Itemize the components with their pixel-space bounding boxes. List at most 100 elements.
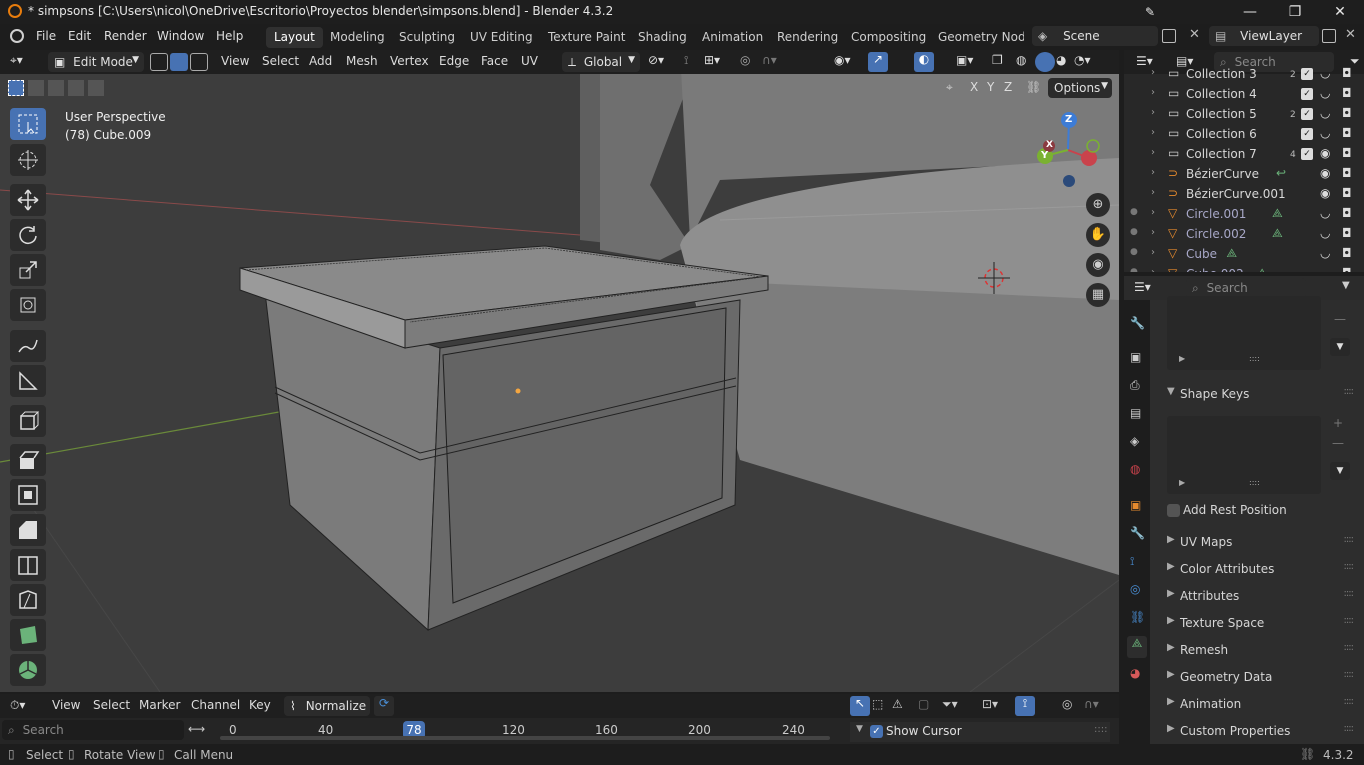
scrollbar[interactable] — [220, 736, 830, 740]
outliner-row[interactable]: › ▭ Collection 5 2 ✓ ◡ ◘ — [1124, 104, 1364, 124]
camera-icon[interactable]: ◘ — [1342, 166, 1352, 180]
tab-rendering[interactable]: Rendering — [769, 27, 846, 48]
scene-selector[interactable]: ◈ Scene — [1032, 26, 1158, 46]
eye-closed-icon[interactable]: ◡ — [1320, 106, 1330, 120]
tab-texture-paint[interactable]: Texture Paint — [540, 27, 633, 48]
proportional-falloff-icon[interactable]: ∩▾ — [762, 53, 777, 67]
minimize-button[interactable]: — — [1238, 2, 1262, 22]
panel-header[interactable]: ▶ Custom Properties:::: — [1159, 720, 1357, 744]
output-tab-icon[interactable]: ⎙ — [1130, 378, 1140, 393]
knife-tool[interactable] — [10, 584, 46, 616]
view-layer-tab-icon[interactable]: ▤ — [1130, 406, 1141, 420]
select-box-tool[interactable] — [10, 108, 46, 140]
material-shading-icon[interactable]: ◕ — [1056, 53, 1066, 67]
panel-header[interactable]: ▶ UV Maps:::: — [1159, 531, 1357, 555]
pivot-icon[interactable]: ⊡▾ — [982, 697, 998, 711]
cursor-tool[interactable] — [10, 144, 46, 176]
wireframe-shading-icon[interactable]: ◍ — [1016, 53, 1026, 67]
drag-handle-icon[interactable]: :::: — [1344, 534, 1355, 545]
eye-closed-icon[interactable]: ◡ — [1320, 66, 1330, 80]
properties-search[interactable]: ⌕ Search — [1186, 278, 1306, 298]
snap-target-icon[interactable]: ⊞▾ — [704, 53, 720, 67]
tool-tab-icon[interactable]: 🔧 — [1130, 316, 1145, 330]
shape-keys-list[interactable]: ▶ :::: — [1167, 416, 1321, 494]
drag-handle-icon[interactable]: :::: — [1344, 386, 1355, 397]
outliner-row[interactable]: ● › ▽ Cube.002 ◡ ◘ ⟁ — [1124, 264, 1364, 272]
vertex-group-remove-icon[interactable]: — — [1332, 312, 1348, 330]
solid-shading-icon[interactable] — [1035, 52, 1055, 72]
particles-tab-icon[interactable]: ⟟ — [1130, 554, 1134, 569]
timeline-editor-icon[interactable]: ⏱▾ — [10, 698, 25, 713]
timeline-menu-channel[interactable]: Channel — [191, 698, 240, 712]
exclude-checkbox[interactable]: ✓ — [1301, 68, 1313, 80]
tab-uv-editing[interactable]: UV Editing — [462, 27, 541, 48]
snap-icon[interactable]: ⟟ — [684, 53, 688, 68]
mirror-x-toggle[interactable]: X — [970, 80, 978, 94]
tab-animation[interactable]: Animation — [694, 27, 771, 48]
rotate-tool[interactable] — [10, 219, 46, 251]
chevron-down-icon[interactable]: ▼ — [856, 724, 863, 734]
outliner-row[interactable]: › ⊃ BézierCurve ◉ ◘ ↩ — [1124, 164, 1364, 184]
expand-icon[interactable]: › — [1151, 147, 1155, 158]
eye-icon[interactable]: ◉ — [1320, 166, 1330, 180]
menu-vertex[interactable]: Vertex — [390, 54, 429, 68]
annotate-tool[interactable] — [10, 330, 46, 362]
measure-tool[interactable] — [10, 365, 46, 397]
outliner-panel[interactable]: ☰▾ ▤▾ ⌕ Search ⏷ › ▭ Collection 3 2 ✓ ◡ ◘ › ▭ Col… — [1124, 50, 1364, 272]
inset-tool[interactable] — [10, 479, 46, 511]
frame-ruler[interactable]: 0 40 120 160 200 240 78 — [212, 720, 832, 742]
exclude-checkbox[interactable]: ✓ — [1301, 148, 1313, 160]
menu-edit[interactable]: Edit — [68, 29, 91, 43]
outliner-row[interactable]: › ▭ Collection 6 ✓ ◡ ◘ — [1124, 124, 1364, 144]
exclude-checkbox[interactable]: ✓ — [1301, 128, 1313, 140]
timeline-search[interactable]: ⌕ Search — [2, 720, 184, 740]
camera-icon[interactable]: ◘ — [1342, 246, 1352, 260]
scale-tool[interactable] — [10, 254, 46, 286]
face-select-icon[interactable] — [190, 53, 208, 71]
drag-handle-icon[interactable]: :::: — [1344, 561, 1355, 572]
visibility-icon[interactable]: ◉▾ — [834, 53, 851, 67]
menu-file[interactable]: File — [36, 29, 56, 43]
timeline-editor[interactable]: ⏱▾ View Select Marker Channel Key ⌇ Norm… — [0, 694, 1119, 744]
mode-selector[interactable]: ▣ Edit Mode ▼ — [48, 52, 144, 72]
menu-uv[interactable]: UV — [521, 54, 538, 68]
drag-handle-icon[interactable]: :::: — [1344, 696, 1355, 707]
list-expand-icon[interactable]: ▶ — [1179, 478, 1185, 487]
tab-modeling[interactable]: Modeling — [322, 27, 393, 48]
3d-viewport[interactable]: User Perspective (78) Cube.009 Z X Y ⊕ ✋… — [0, 50, 1119, 692]
menu-window[interactable]: Window — [157, 29, 204, 43]
camera-icon[interactable]: ◘ — [1342, 126, 1352, 140]
only-selected-icon[interactable]: ↖ — [850, 696, 870, 716]
panel-header[interactable]: ▶ Attributes:::: — [1159, 585, 1357, 609]
camera-icon[interactable]: ◘ — [1342, 106, 1352, 120]
eye-closed-icon[interactable]: ◡ — [1320, 266, 1330, 272]
delete-view-layer-icon[interactable]: ✕ — [1345, 27, 1356, 42]
expand-icon[interactable]: › — [1151, 127, 1155, 138]
timeline-menu-marker[interactable]: Marker — [139, 698, 180, 712]
proportional-edit-icon[interactable]: ◎ — [740, 53, 750, 67]
tab-sculpting[interactable]: Sculpting — [391, 27, 463, 48]
eye-closed-icon[interactable]: ◡ — [1320, 246, 1330, 260]
tab-geometry-nodes[interactable]: Geometry Node — [930, 27, 1024, 48]
camera-icon[interactable]: ◘ — [1342, 146, 1352, 160]
vertex-select-icon[interactable] — [150, 53, 168, 71]
panel-header[interactable]: ▶ Color Attributes:::: — [1159, 558, 1357, 582]
menu-edge[interactable]: Edge — [439, 54, 469, 68]
drag-handle-icon[interactable]: :::: — [1344, 723, 1355, 734]
outliner-row[interactable]: ● › ▽ Cube ◡ ◘ ⟁ — [1124, 244, 1364, 264]
select-extend-icon[interactable] — [28, 80, 44, 96]
pin-icon[interactable]: ✎ — [1138, 2, 1162, 22]
auto-snap-icon[interactable]: ⟟ — [1015, 696, 1035, 716]
auto-merge-icon[interactable]: ⛓ — [1026, 80, 1041, 94]
move-tool[interactable] — [10, 184, 46, 216]
viewport-scene[interactable] — [0, 50, 1119, 692]
exclude-checkbox[interactable]: ✓ — [1301, 88, 1313, 100]
panel-header[interactable]: ▶ Geometry Data:::: — [1159, 666, 1357, 690]
timeline-menu-select[interactable]: Select — [93, 698, 130, 712]
data-tab-icon[interactable]: ⟁ — [1127, 636, 1147, 658]
eye-closed-icon[interactable]: ◡ — [1320, 226, 1330, 240]
add-rest-position-checkbox[interactable] — [1167, 504, 1180, 517]
delete-scene-icon[interactable]: ✕ — [1189, 27, 1200, 42]
proportional-edit-icon[interactable]: ◎ — [1062, 697, 1072, 711]
render-tab-icon[interactable]: ▣ — [1130, 350, 1141, 364]
